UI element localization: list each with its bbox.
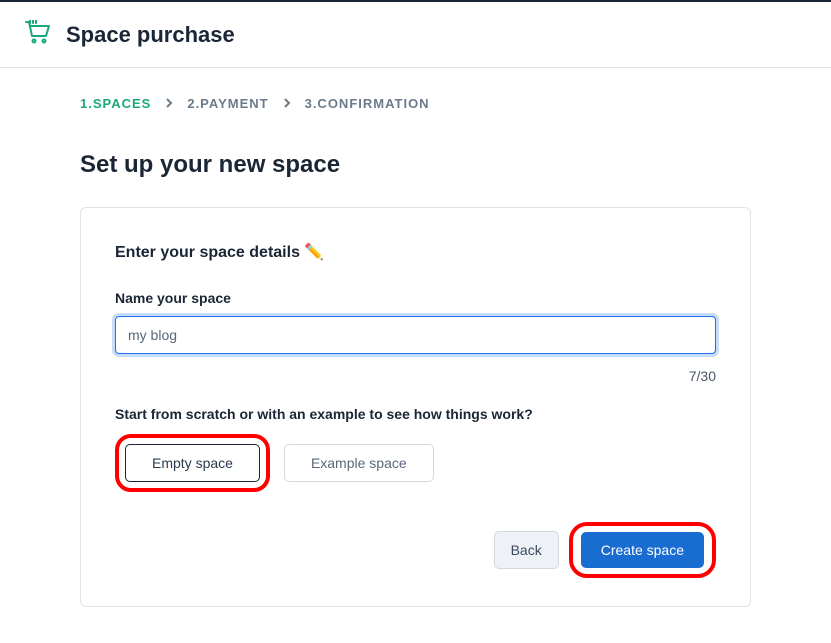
highlight-create-space: Create space <box>569 522 716 578</box>
cart-icon <box>24 20 52 49</box>
highlight-empty-space: Empty space <box>115 434 270 492</box>
page-header: Space purchase <box>0 2 831 68</box>
chevron-right-icon <box>283 97 291 111</box>
example-space-button[interactable]: Example space <box>284 444 434 482</box>
page-title: Space purchase <box>66 22 235 48</box>
breadcrumb-step-payment[interactable]: 2.PAYMENT <box>187 96 268 111</box>
breadcrumb-step-confirmation[interactable]: 3.CONFIRMATION <box>305 96 430 111</box>
name-field-label: Name your space <box>115 290 716 306</box>
breadcrumb-step-spaces[interactable]: 1.SPACES <box>80 96 151 111</box>
empty-space-button[interactable]: Empty space <box>125 444 260 482</box>
create-space-button[interactable]: Create space <box>581 532 704 568</box>
template-options-row: Empty space Example space <box>115 434 716 492</box>
content-area: 1.SPACES 2.PAYMENT 3.CONFIRMATION Set up… <box>0 68 831 627</box>
space-name-input[interactable] <box>115 316 716 354</box>
back-button[interactable]: Back <box>494 531 559 569</box>
space-details-card: Enter your space details ✏️ Name your sp… <box>80 207 751 607</box>
template-prompt-label: Start from scratch or with an example to… <box>115 406 716 422</box>
char-counter: 7/30 <box>115 368 716 384</box>
breadcrumb: 1.SPACES 2.PAYMENT 3.CONFIRMATION <box>80 96 751 111</box>
card-title: Enter your space details ✏️ <box>115 242 716 262</box>
chevron-right-icon <box>165 97 173 111</box>
action-row: Back Create space <box>115 522 716 578</box>
main-heading: Set up your new space <box>80 151 751 179</box>
